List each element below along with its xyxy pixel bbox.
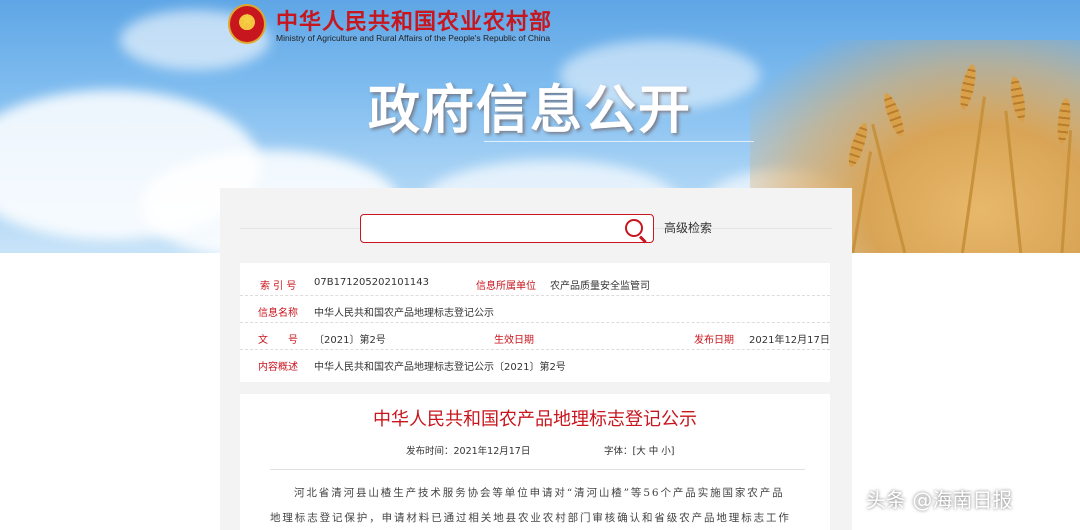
article-divider [270, 469, 805, 470]
publish-date-label: 发布日期 [694, 335, 734, 346]
heading-divider [484, 141, 754, 142]
effective-date-label: 生效日期 [494, 335, 534, 346]
advanced-search-link[interactable]: 高级检索 [664, 219, 712, 236]
name-label: 信息名称 [258, 308, 298, 319]
source-watermark: 头条 @海南日报 [866, 488, 1013, 512]
meta-row-name: 信息名称 中华人民共和国农产品地理标志登记公示 [240, 296, 830, 323]
info-metadata-table: 索 引 号 07B171205202101143 信息所属单位 农产品质量安全监… [240, 263, 830, 382]
article-paragraph-line: 河北省清河县山楂生产技术服务协会等单位申请对“清河山楂”等56个产品实施国家农产… [294, 487, 785, 499]
article-paragraph-line: 地理标志登记保护，申请材料已通过相关地县农业农村部门审核确认和省级农产品地理标志… [270, 512, 791, 524]
national-emblem-icon[interactable] [228, 4, 266, 44]
search-input[interactable] [360, 214, 654, 243]
site-title[interactable]: 中华人民共和国农业农村部 [276, 4, 552, 36]
article-title: 中华人民共和国农产品地理标志登记公示 [373, 409, 697, 430]
article-body: 中华人民共和国农产品地理标志登记公示 发布时间：2021年12月17日 字体：[… [240, 394, 830, 530]
article-publish-time: 发布时间：2021年12月17日 [406, 446, 531, 457]
publish-date-value: 2021年12月17日 [749, 335, 830, 346]
site-subtitle: Ministry of Agriculture and Rural Affair… [276, 33, 551, 43]
name-value: 中华人民共和国农产品地理标志登记公示 [314, 308, 494, 319]
meta-row-index: 索 引 号 07B171205202101143 信息所属单位 农产品质量安全监… [240, 269, 830, 296]
index-label: 索 引 号 [260, 281, 297, 292]
doc-number-label: 文 号 [258, 335, 298, 346]
doc-number-value: 〔2021〕第2号 [314, 335, 386, 346]
page-heading: 政府信息公开 [368, 80, 693, 141]
summary-value: 中华人民共和国农产品地理标志登记公示〔2021〕第2号 [314, 362, 566, 373]
font-size-selector[interactable]: 字体：[大 中 小] [604, 443, 674, 457]
meta-row-doc: 文 号 〔2021〕第2号 生效日期 发布日期 2021年12月17日 [240, 323, 830, 350]
search-icon[interactable] [625, 219, 643, 237]
dept-value: 农产品质量安全监管司 [550, 281, 650, 292]
index-value: 07B171205202101143 [314, 277, 430, 288]
dept-label: 信息所属单位 [476, 281, 536, 292]
summary-label: 内容概述 [258, 362, 298, 373]
meta-row-summary: 内容概述 中华人民共和国农产品地理标志登记公示〔2021〕第2号 [240, 350, 830, 377]
